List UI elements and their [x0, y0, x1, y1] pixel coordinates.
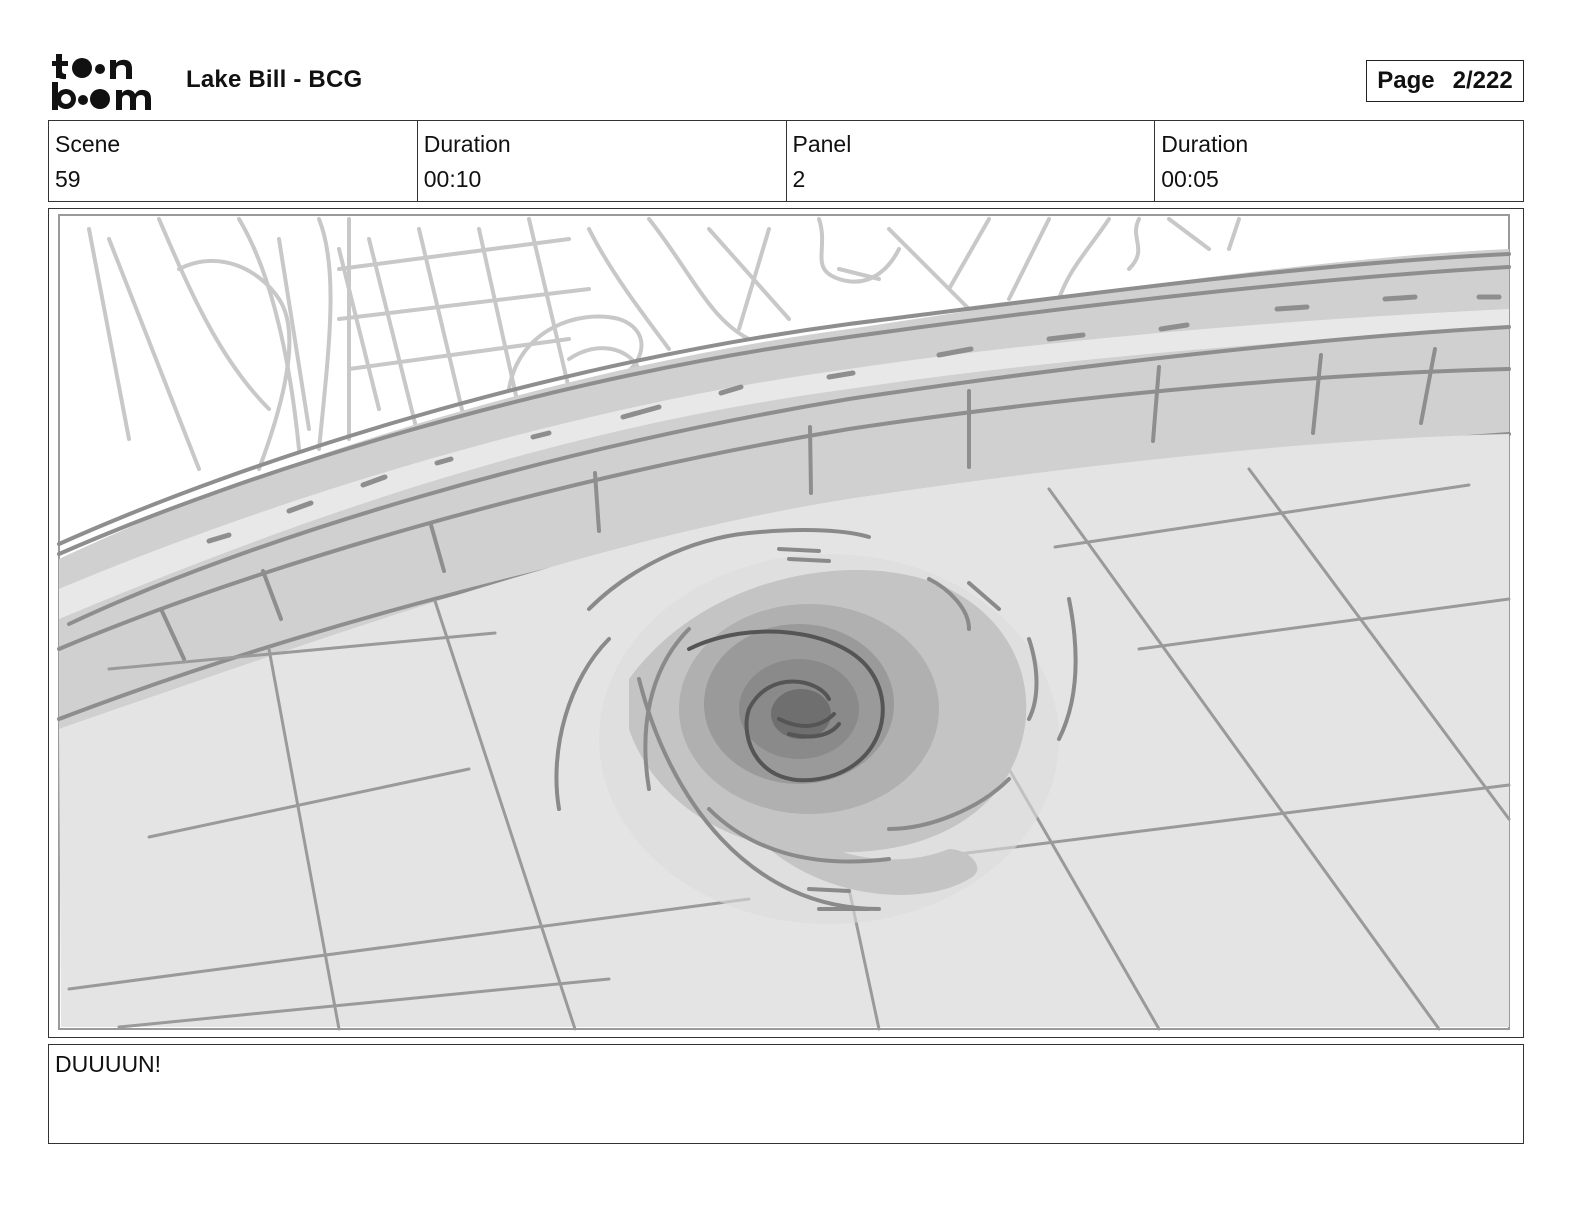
storyboard-sketch-whirlpool-icon: [57, 214, 1511, 1031]
panel-duration-label: Duration: [1161, 131, 1249, 157]
page-value: 2/222: [1452, 67, 1513, 94]
project-title: Lake Bill - BCG: [186, 66, 363, 93]
panel-value: 2: [792, 165, 806, 192]
page-label: Page: [1377, 67, 1435, 94]
scene-duration-cell: Duration 00:10: [418, 121, 787, 201]
dialogue-text: DUUUUN!: [55, 1051, 162, 1077]
scene-label: Scene: [55, 131, 121, 157]
scene-info-table: Scene 59 Duration 00:10 Panel 2 Duration…: [48, 120, 1524, 202]
toonboom-logo: [52, 52, 164, 112]
storyboard-panel: [48, 208, 1524, 1038]
scene-cell: Scene 59: [49, 121, 418, 201]
panel-label: Panel: [792, 131, 852, 157]
scene-duration-label: Duration: [423, 131, 511, 157]
panel-duration-cell: Duration 00:05: [1155, 121, 1523, 201]
page-indicator: Page 2/222: [1366, 60, 1524, 102]
panel-cell: Panel 2: [787, 121, 1156, 201]
scene-value: 59: [55, 165, 81, 192]
panel-duration-value: 00:05: [1161, 165, 1219, 192]
dialogue-box: DUUUUN!: [48, 1044, 1524, 1144]
scene-duration-value: 00:10: [423, 165, 482, 192]
